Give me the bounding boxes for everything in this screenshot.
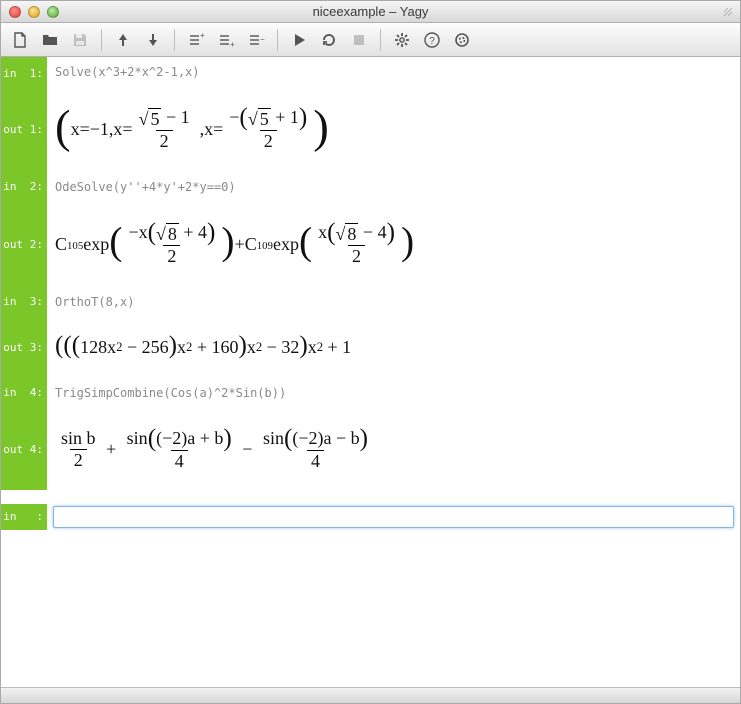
output-math: ( x = −1, x = √5 − 1 2 , x = −(√5 + 1) 2	[47, 89, 740, 170]
notebook-area[interactable]: in 1: Solve(x^3+2*x^2-1,x) out 1: ( x = …	[1, 57, 740, 687]
move-up-button[interactable]	[110, 28, 136, 52]
output-math: sin b 2 + sin((−2)a + b) 4 − sin((−2)a −…	[47, 410, 740, 490]
expand-icon[interactable]	[722, 5, 734, 17]
input-cell-3[interactable]: in 3: OrthoT(8,x)	[1, 285, 740, 319]
cell-label: in 1:	[1, 57, 47, 89]
close-window-button[interactable]	[9, 6, 21, 18]
new-file-button[interactable]	[7, 28, 33, 52]
move-down-button[interactable]	[140, 28, 166, 52]
toolbar: + + − ?	[1, 23, 740, 57]
toolbar-separator	[174, 29, 175, 51]
insert-below-button[interactable]: +	[213, 28, 239, 52]
app-window: niceexample – Yagy + + − ? in 1: Solve(x	[0, 0, 741, 704]
input-code: OrthoT(8,x)	[47, 285, 740, 319]
reload-button[interactable]	[316, 28, 342, 52]
cell-label: out 4:	[1, 410, 47, 490]
input-cell-4[interactable]: in 4: TrigSimpCombine(Cos(a)^2*Sin(b))	[1, 376, 740, 410]
cell-label: in 4:	[1, 376, 47, 410]
cell-label: out 2:	[1, 204, 47, 285]
minimize-window-button[interactable]	[28, 6, 40, 18]
cell-label: in 2:	[1, 170, 47, 204]
settings-button[interactable]	[389, 28, 415, 52]
toolbar-separator	[101, 29, 102, 51]
svg-text:?: ?	[429, 36, 435, 47]
cell-label: out 1:	[1, 89, 47, 170]
cell-label: in 3:	[1, 285, 47, 319]
cells-column: in 1: Solve(x^3+2*x^2-1,x) out 1: ( x = …	[1, 57, 740, 687]
output-cell-3: out 3: ((( 128x2 − 256 ) x2 + 160 ) x2 −…	[1, 319, 740, 376]
input-code: OdeSolve(y''+4*y'+2*y==0)	[47, 170, 740, 204]
output-cell-2: out 2: C105 exp ( −x(√8 + 4) 2 ) + C109	[1, 204, 740, 285]
target-button[interactable]	[449, 28, 475, 52]
zoom-window-button[interactable]	[47, 6, 59, 18]
insert-above-button[interactable]: +	[183, 28, 209, 52]
active-input-cell[interactable]: in :	[1, 504, 740, 530]
save-file-button[interactable]	[67, 28, 93, 52]
titlebar[interactable]: niceexample – Yagy	[1, 1, 740, 23]
output-math: C105 exp ( −x(√8 + 4) 2 ) + C109 exp (	[47, 204, 740, 285]
run-button[interactable]	[286, 28, 312, 52]
traffic-lights	[1, 6, 59, 18]
toolbar-separator	[277, 29, 278, 51]
output-cell-4: out 4: sin b 2 + sin((−2)a + b) 4 −	[1, 410, 740, 490]
code-input[interactable]	[53, 506, 734, 528]
input-code: TrigSimpCombine(Cos(a)^2*Sin(b))	[47, 376, 740, 410]
window-title: niceexample – Yagy	[1, 4, 740, 19]
stop-button[interactable]	[346, 28, 372, 52]
output-cell-1: out 1: ( x = −1, x = √5 − 1 2 , x = −	[1, 89, 740, 170]
status-bar	[1, 687, 740, 703]
remove-cell-button[interactable]: −	[243, 28, 269, 52]
output-math: ((( 128x2 − 256 ) x2 + 160 ) x2 − 32 ) x…	[47, 319, 740, 376]
cell-label: out 3:	[1, 319, 47, 376]
cell-label: in :	[1, 504, 47, 530]
input-code: Solve(x^3+2*x^2-1,x)	[47, 57, 740, 89]
svg-text:+: +	[200, 31, 205, 40]
svg-text:+: +	[230, 40, 235, 49]
help-button[interactable]: ?	[419, 28, 445, 52]
svg-text:−: −	[260, 35, 265, 44]
input-cell-1[interactable]: in 1: Solve(x^3+2*x^2-1,x)	[1, 57, 740, 89]
input-cell-2[interactable]: in 2: OdeSolve(y''+4*y'+2*y==0)	[1, 170, 740, 204]
open-file-button[interactable]	[37, 28, 63, 52]
toolbar-separator	[380, 29, 381, 51]
